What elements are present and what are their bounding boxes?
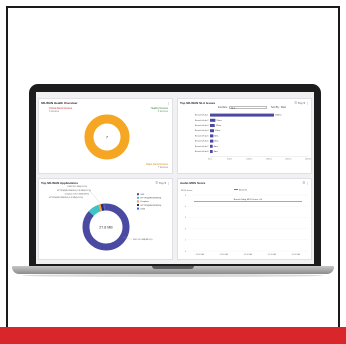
mos-x-tick: 09:00 AM xyxy=(196,253,205,256)
isp-x-tick: 100ms xyxy=(246,159,252,161)
health-title: SD-WAN Health Overview xyxy=(41,101,78,105)
isp-row-label: Branch-Hub-4 xyxy=(195,129,209,132)
isp-filter-value: ALL xyxy=(231,106,236,110)
major-sub: 7 devices xyxy=(157,166,168,169)
isp-x-tick: 200ms xyxy=(285,159,291,161)
isp-bar-value: 8ms xyxy=(214,141,219,143)
isp-bar xyxy=(210,113,274,117)
apps-legend-label: HTTPS(BROWSING) xyxy=(141,198,162,200)
red-footer-bar xyxy=(0,327,346,344)
isp-bar xyxy=(210,139,214,143)
apps-callout: SSL 24.5 MB(88.0%) xyxy=(133,239,153,241)
apps-panel: Top SD-WAN Applications ☰ Top 5 ⋮ 27.8 M… xyxy=(38,178,173,260)
isp-x-tick: 0ms xyxy=(208,159,212,161)
isp-row-label: Branch-Hub-7 xyxy=(195,145,209,148)
apps-legend-label: HTTPS(BROWSING) xyxy=(141,205,162,207)
apps-donut-center: 27.8 MB xyxy=(99,225,113,229)
isp-bar-value: 6ms xyxy=(214,146,219,148)
isp-controls[interactable]: ☰ Top 5 ⋮ xyxy=(294,101,309,105)
laptop-notch xyxy=(152,266,194,269)
isp-row-label: Branch-Hub-3 xyxy=(195,124,209,127)
mos-y-tick: 0 xyxy=(185,251,187,253)
laptop-shadow xyxy=(22,274,324,277)
isp-row-label: Branch-Hub-6 xyxy=(195,140,209,143)
apps-legend-label: DNS xyxy=(141,208,146,210)
mos-x-tick: 09:20 AM xyxy=(292,253,301,256)
apps-legend-swatch xyxy=(137,200,139,203)
mos-line-chart: MOS Score Branch1 5 4 3 2 1 0 Branch1 Avg MOS Sc… xyxy=(181,188,308,256)
health-donut-center: 7 xyxy=(106,135,109,140)
apps-legend-swatch xyxy=(137,196,139,199)
isp-bar-value: 150ms xyxy=(275,115,282,117)
isp-bar xyxy=(210,124,215,127)
apps-donut-chart: 27.8 MB DNS 28.3 KB(0.10%) HTTPS(BROWSING)… xyxy=(49,186,162,251)
isp-bar xyxy=(210,144,213,148)
mos-x-tick: 09:10 AM xyxy=(244,253,253,256)
apps-legend-label: Dropbox xyxy=(141,200,150,203)
isp-filter-select[interactable]: ALL xyxy=(229,105,267,110)
isp-row-label: Branch-Hub-8 xyxy=(195,150,209,153)
critical-sub: 0 devices xyxy=(49,110,60,113)
mos-y-tick: 1 xyxy=(185,240,187,242)
apps-callout: Dropbox 190.5 KB(0.68%) xyxy=(65,193,90,196)
mos-x-tick: 09:05 AM xyxy=(220,253,229,256)
apps-callout: HTTPS(BROWSING) 2.8 MB(10.1%) xyxy=(57,190,91,192)
mos-y-tick: 5 xyxy=(185,195,187,197)
apps-legend-swatch xyxy=(137,207,139,210)
apps-callout-line xyxy=(87,188,103,206)
health-controls[interactable]: ⋮ xyxy=(167,101,170,105)
isp-bar xyxy=(210,118,216,122)
apps-legend-swatch xyxy=(137,204,139,206)
isp-bar-value: 6ms xyxy=(214,151,219,153)
apps-callout: HTTPS(BROWSING) 3.9 MB(14.0%) xyxy=(49,197,83,199)
apps-legend-swatch xyxy=(137,193,139,196)
isp-x-tick: 150ms xyxy=(266,159,272,161)
health-panel: SD-WAN Health Overview ⋮ Critical Alerts… xyxy=(38,98,173,174)
isp-row-label: Branch-Hub-5 xyxy=(195,134,209,137)
isp-bar-chart: Branch-Hub-1 150ms Branch-Hub-2 15ms Branch-… xyxy=(195,113,311,161)
isp-panel: Top SD-WAN SLA Issues ☰ Top 5 ⋮ Interfac… xyxy=(177,98,312,174)
isp-bar-value: 15ms xyxy=(216,120,222,122)
isp-bar xyxy=(210,150,213,153)
isp-title: Top SD-WAN SLA Issues xyxy=(180,101,216,105)
mos-x-tick: 09:15 AM xyxy=(268,253,277,256)
mos-unit-label: MOS Score xyxy=(181,189,193,192)
isp-row-label: Branch-Hub-2 xyxy=(195,119,209,122)
isp-sort[interactable]: Sort By : Most xyxy=(271,106,286,109)
laptop-screen: SD-WAN Health Overview ⋮ Critical Alerts… xyxy=(36,92,314,264)
isp-x-tick: 250ms xyxy=(305,159,311,161)
mos-legend-label: Branch1 xyxy=(239,188,248,191)
isp-x-tick: 50ms xyxy=(227,159,232,161)
mos-y-tick: 4 xyxy=(185,206,187,208)
mos-y-tick: 3 xyxy=(185,217,187,219)
mos-y-tick: 2 xyxy=(185,228,187,230)
isp-bar-value: 10ms xyxy=(215,130,221,132)
healthy-sub: 0 devices xyxy=(157,110,168,113)
promo-frame: SD-WAN Health Overview ⋮ Critical Alerts… xyxy=(0,0,346,344)
apps-callout: DNS 28.3 KB(0.10%) xyxy=(67,186,87,188)
isp-bar xyxy=(210,129,215,133)
isp-filter-label: Interface xyxy=(218,106,228,109)
isp-bar-value: 12ms xyxy=(216,125,222,127)
isp-bar-value: 8ms xyxy=(214,135,219,137)
apps-legend-label: SSL xyxy=(141,194,146,196)
isp-row-label: Branch-Hub-1 xyxy=(195,114,209,117)
health-donut: 7 xyxy=(84,114,130,160)
mos-panel: Audio MOS Score ☰ ⋮ MOS Score Branch1 5 4 3 2… xyxy=(177,178,312,260)
isp-bar xyxy=(210,134,214,138)
mos-series-label: Branch1 Avg MOS Score: 4.4 xyxy=(234,198,263,201)
